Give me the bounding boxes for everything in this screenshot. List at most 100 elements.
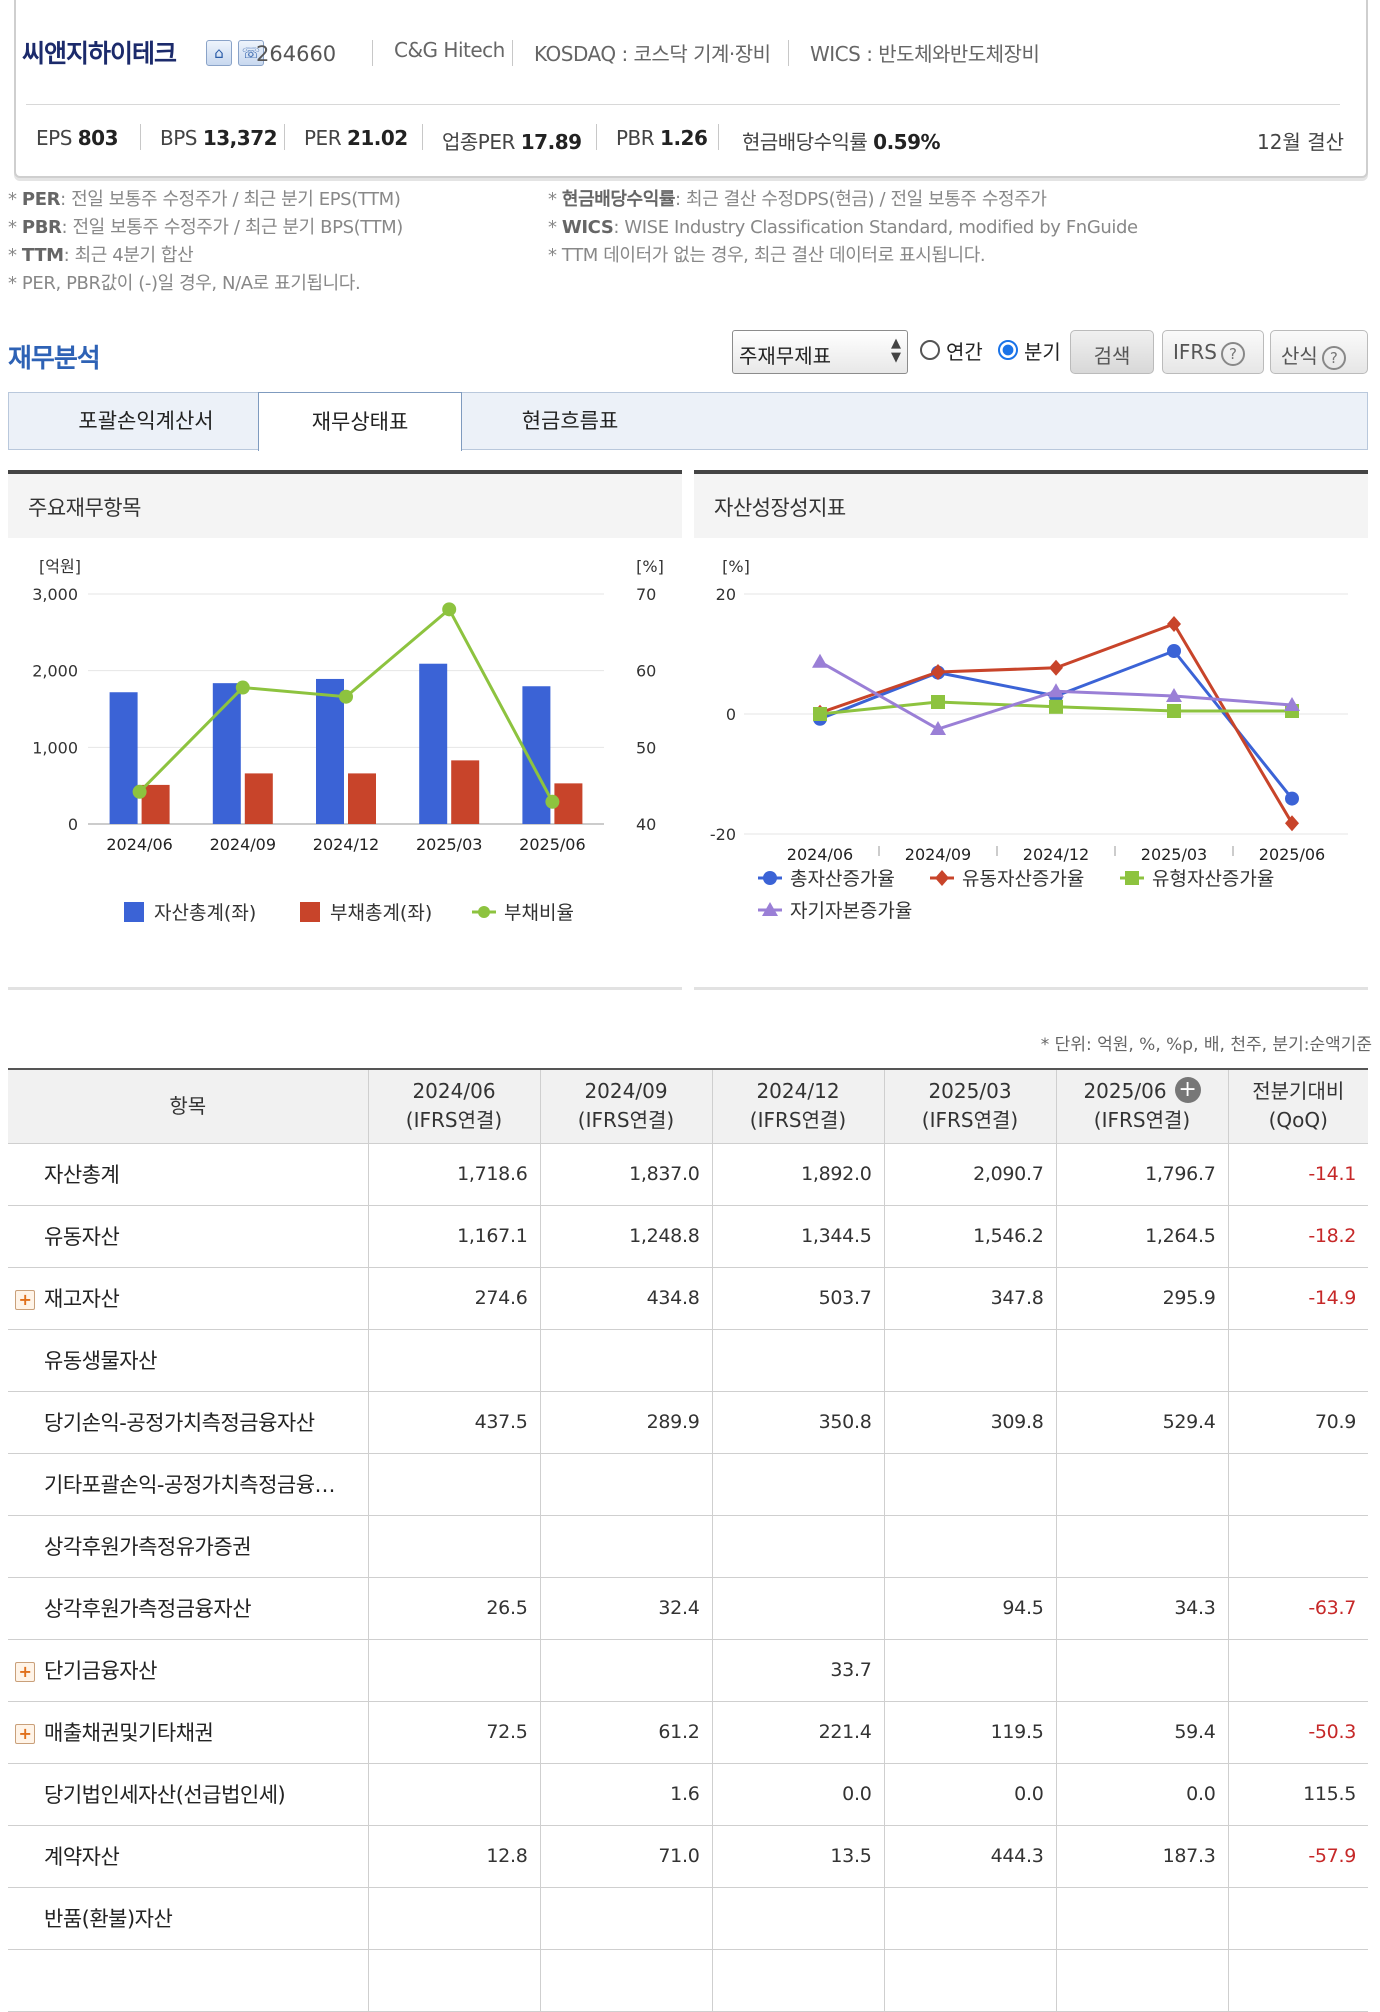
divider xyxy=(596,124,597,150)
table-cell: 12.8 xyxy=(367,1824,541,1888)
header-period: 2024/06 (IFRS연결) xyxy=(367,1068,541,1144)
tab-income-statement[interactable]: 포괄손익계산서 xyxy=(40,392,252,450)
point-debt-ratio xyxy=(339,689,353,704)
qoq-cell xyxy=(1227,1948,1368,2012)
note-pbr: * PBR: 전일 보통주 수정주가 / 최근 분기 BPS(TTM) xyxy=(8,217,403,238)
search-button[interactable]: 검색 xyxy=(1070,330,1154,374)
table-cell xyxy=(711,1328,885,1392)
table-cell: 1.6 xyxy=(539,1762,713,1826)
add-column-icon[interactable]: + xyxy=(1174,1077,1201,1104)
table-cell: 503.7 xyxy=(711,1266,885,1330)
row-label-text: 계약자산 xyxy=(44,1845,120,1869)
point-debt-ratio xyxy=(442,602,457,617)
header-item: 항목 xyxy=(8,1068,369,1144)
row-label[interactable]: + 매출채권및기타채권 xyxy=(8,1700,369,1764)
company-summary-box xyxy=(14,0,1368,178)
divider xyxy=(422,124,423,150)
qoq-cell: -57.9 xyxy=(1227,1824,1368,1888)
table-cell xyxy=(1055,1328,1229,1392)
x-tick-label: 2024/06 xyxy=(787,845,853,864)
english-name: C&G Hitech xyxy=(394,38,505,62)
note-per: * PER: 전일 보통주 수정주가 / 최근 분기 EPS(TTM) xyxy=(8,189,401,210)
row-label-text: 당기손익-공정가치측정금융자산 xyxy=(44,1411,315,1435)
balance-sheet-table: 항목 2024/06 (IFRS연결) 2024/09 (IFRS연결) 2024/… xyxy=(8,1068,1368,2012)
point-diamond xyxy=(1049,659,1063,676)
legend-label: 유형자산증가율 xyxy=(1152,868,1274,890)
qoq-cell: 115.5 xyxy=(1227,1762,1368,1826)
fiscal-year-end: 12월 결산 xyxy=(1256,130,1344,154)
company-name[interactable]: 씨앤지하이테크 xyxy=(22,34,177,70)
table-cell xyxy=(1055,1638,1229,1702)
table-row: + 단기금융자산 33.7 xyxy=(8,1638,1368,1702)
formula-button[interactable]: 산식? xyxy=(1270,330,1368,374)
point-triangle xyxy=(812,653,828,668)
table-row: 당기손익-공정가치측정금융자산 437.5 289.9 350.8 309.8 529.4… xyxy=(8,1390,1368,1454)
legend-label: 자산총계(좌) xyxy=(154,902,256,924)
chart-panel-asset-growth: 자산성장성지표 [%] -20 0 20 2024/06 2024/09 2024/12 20… xyxy=(694,470,1368,990)
row-label-text: 유동자산 xyxy=(44,1225,120,1249)
table-cell xyxy=(367,1886,541,1950)
table-cell: 347.8 xyxy=(883,1266,1057,1330)
row-label[interactable]: + 재고자산 xyxy=(8,1266,369,1330)
table-cell: 2,090.7 xyxy=(883,1142,1057,1206)
table-cell xyxy=(711,1886,885,1950)
y-tick: 0 xyxy=(726,705,736,724)
table-cell: 1,264.5 xyxy=(1055,1204,1229,1268)
table-cell: 1,892.0 xyxy=(711,1142,885,1206)
legend-swatch xyxy=(124,902,144,922)
qoq-cell: -50.3 xyxy=(1227,1700,1368,1764)
row-label: 자산총계 xyxy=(8,1142,369,1206)
legend-marker xyxy=(763,871,777,885)
table-cell xyxy=(883,1948,1057,2012)
table-cell: 33.7 xyxy=(711,1638,885,1702)
table-cell xyxy=(539,1638,713,1702)
table-cell xyxy=(883,1328,1057,1392)
table-row: 기타포괄손익-공정가치측정금융… xyxy=(8,1452,1368,1516)
header-period: 2024/09 (IFRS연결) xyxy=(539,1068,713,1144)
y-tick-right: 70 xyxy=(636,585,656,604)
table-cell: 1,837.0 xyxy=(539,1142,713,1206)
divider xyxy=(512,40,513,66)
point-debt-ratio xyxy=(545,794,560,809)
point-circle xyxy=(1167,644,1181,658)
table-row: + 매출채권및기타채권 72.5 61.2 221.4 119.5 59.4 -50.3 xyxy=(8,1700,1368,1764)
tab-cash-flow[interactable]: 현금흐름표 xyxy=(468,392,672,450)
radio-annual-label[interactable]: 연간 xyxy=(946,336,983,365)
line-debt-ratio xyxy=(138,606,554,803)
table-cell: 0.0 xyxy=(711,1762,885,1826)
home-icon[interactable]: ⌂ xyxy=(206,40,232,66)
statement-type-select[interactable]: 주재무제표 ▲ ▼ xyxy=(732,330,908,374)
expand-row-icon[interactable]: + xyxy=(15,1661,35,1682)
legend-marker xyxy=(1125,871,1139,885)
qoq-cell xyxy=(1227,1328,1368,1392)
x-tick-label: 2024/12 xyxy=(313,835,379,854)
row-label-text: 기타포괄손익-공정가치측정금융… xyxy=(44,1473,336,1497)
y-tick: 20 xyxy=(716,585,736,604)
row-label: 유동자산 xyxy=(8,1204,369,1268)
help-icon: ? xyxy=(1221,341,1245,366)
tab-balance-sheet[interactable]: 재무상태표 xyxy=(258,392,462,451)
point-debt-ratio xyxy=(132,784,147,799)
ifrs-button[interactable]: IFRS? xyxy=(1162,330,1264,374)
table-cell: 61.2 xyxy=(539,1700,713,1764)
bar-total-assets xyxy=(316,678,344,824)
panel-title: 자산성장성지표 xyxy=(694,474,1368,538)
bar-total-liabilities xyxy=(451,760,480,824)
table-cell: 350.8 xyxy=(711,1390,885,1454)
divider xyxy=(140,124,141,150)
table-cell xyxy=(883,1452,1057,1516)
table-cell xyxy=(367,1328,541,1392)
metric-bps: BPS 13,372 xyxy=(160,126,278,150)
table-cell: 221.4 xyxy=(711,1700,885,1764)
main-items-chart: [억원] [%] 0 1,000 2,000 3,000 40 50 60 70 2024/06 20… xyxy=(32,557,664,924)
table-row: 당기법인세자산(선급법인세) 1.6 0.0 0.0 0.0 115.5 xyxy=(8,1762,1368,1826)
radio-annual[interactable] xyxy=(920,340,940,360)
row-label[interactable]: + 단기금융자산 xyxy=(8,1638,369,1702)
radio-quarter-label[interactable]: 분기 xyxy=(1024,336,1061,365)
radio-quarter[interactable] xyxy=(998,340,1018,360)
x-tick-label: 2025/06 xyxy=(519,835,585,854)
x-tick-label: 2025/03 xyxy=(1141,845,1207,864)
x-tick-label: 2024/12 xyxy=(1023,845,1089,864)
expand-row-icon[interactable]: + xyxy=(15,1289,35,1310)
expand-row-icon[interactable]: + xyxy=(15,1723,35,1744)
